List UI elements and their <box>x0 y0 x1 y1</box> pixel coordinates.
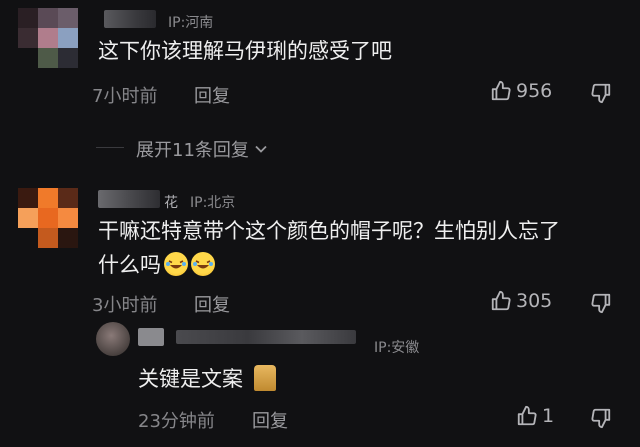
comment-time: 3小时前 <box>92 295 158 316</box>
thumbs-up-icon <box>491 80 511 101</box>
comment-text-continued: 什么吗 <box>98 253 161 277</box>
username-blurred[interactable] <box>176 330 356 344</box>
ip-location: IP:河南 <box>168 15 214 31</box>
dislike-button[interactable] <box>590 292 612 318</box>
like-count: 956 <box>516 80 553 102</box>
avatar-pixel <box>38 48 58 68</box>
username-blurred[interactable] <box>104 10 156 28</box>
avatar[interactable] <box>18 8 80 70</box>
avatar-pixel <box>18 28 38 48</box>
comment-text-line2: 什么吗 <box>98 248 215 282</box>
reply-button[interactable]: 回复 <box>194 291 230 317</box>
avatar-pixel <box>58 208 78 228</box>
username-fragment: 花 <box>164 195 178 211</box>
expand-replies-label: 展开11条回复 <box>136 140 249 161</box>
ip-location: IP:北京 <box>190 195 236 211</box>
comment-text: 干嘛还特意带个这个颜色的帽子呢？生怕别人忘了 <box>98 219 560 243</box>
chevron-down-icon <box>255 145 267 153</box>
avatar-pixel <box>58 48 78 68</box>
expand-replies-button[interactable]: 展开11条回复 <box>136 136 269 162</box>
like-button[interactable]: 305 <box>490 290 552 312</box>
avatar[interactable] <box>96 322 130 356</box>
thumbs-down-icon <box>591 293 611 314</box>
avatar-pixel <box>38 188 58 208</box>
avatar-pixel <box>18 188 38 208</box>
expand-divider <box>96 147 124 148</box>
dislike-button[interactable] <box>590 82 612 108</box>
avatar-pixel <box>58 28 78 48</box>
like-count: 1 <box>542 405 555 427</box>
thumbs-up-icon <box>491 290 511 311</box>
like-count: 305 <box>516 290 553 312</box>
avatar[interactable] <box>18 188 80 250</box>
avatar-pixel <box>58 188 78 208</box>
thumbs-up-icon <box>517 405 537 426</box>
reply-text-content: 关键是文案 <box>138 367 243 391</box>
like-button[interactable]: 1 <box>516 405 554 427</box>
ip-location: IP:安徽 <box>374 340 420 356</box>
avatar-pixel <box>38 208 58 228</box>
like-button[interactable]: 956 <box>490 80 552 102</box>
avatar-pixel <box>38 8 58 28</box>
dislike-button[interactable] <box>590 407 612 433</box>
username-blurred[interactable] <box>138 328 164 346</box>
reply-time: 23分钟前 <box>138 411 215 432</box>
comment-text: 这下你该理解马伊琍的感受了吧 <box>98 39 392 63</box>
thumbs-down-icon <box>591 408 611 429</box>
username-blurred[interactable] <box>98 190 160 208</box>
avatar-pixel <box>18 8 38 28</box>
avatar-pixel <box>58 228 78 248</box>
reply-button[interactable]: 回复 <box>194 82 230 108</box>
reply-text: 关键是文案 <box>138 362 276 396</box>
avatar-pixel <box>96 322 130 356</box>
avatar-pixel <box>58 8 78 28</box>
reply-button[interactable]: 回复 <box>252 407 288 433</box>
laughing-crying-emoji <box>164 252 188 276</box>
avatar-pixel <box>18 208 38 228</box>
cat-sticker <box>253 365 276 391</box>
comment-time: 7小时前 <box>92 86 158 107</box>
thumbs-down-icon <box>591 83 611 104</box>
avatar-pixel <box>38 228 58 248</box>
laughing-crying-emoji <box>191 252 215 276</box>
avatar-pixel <box>38 28 58 48</box>
